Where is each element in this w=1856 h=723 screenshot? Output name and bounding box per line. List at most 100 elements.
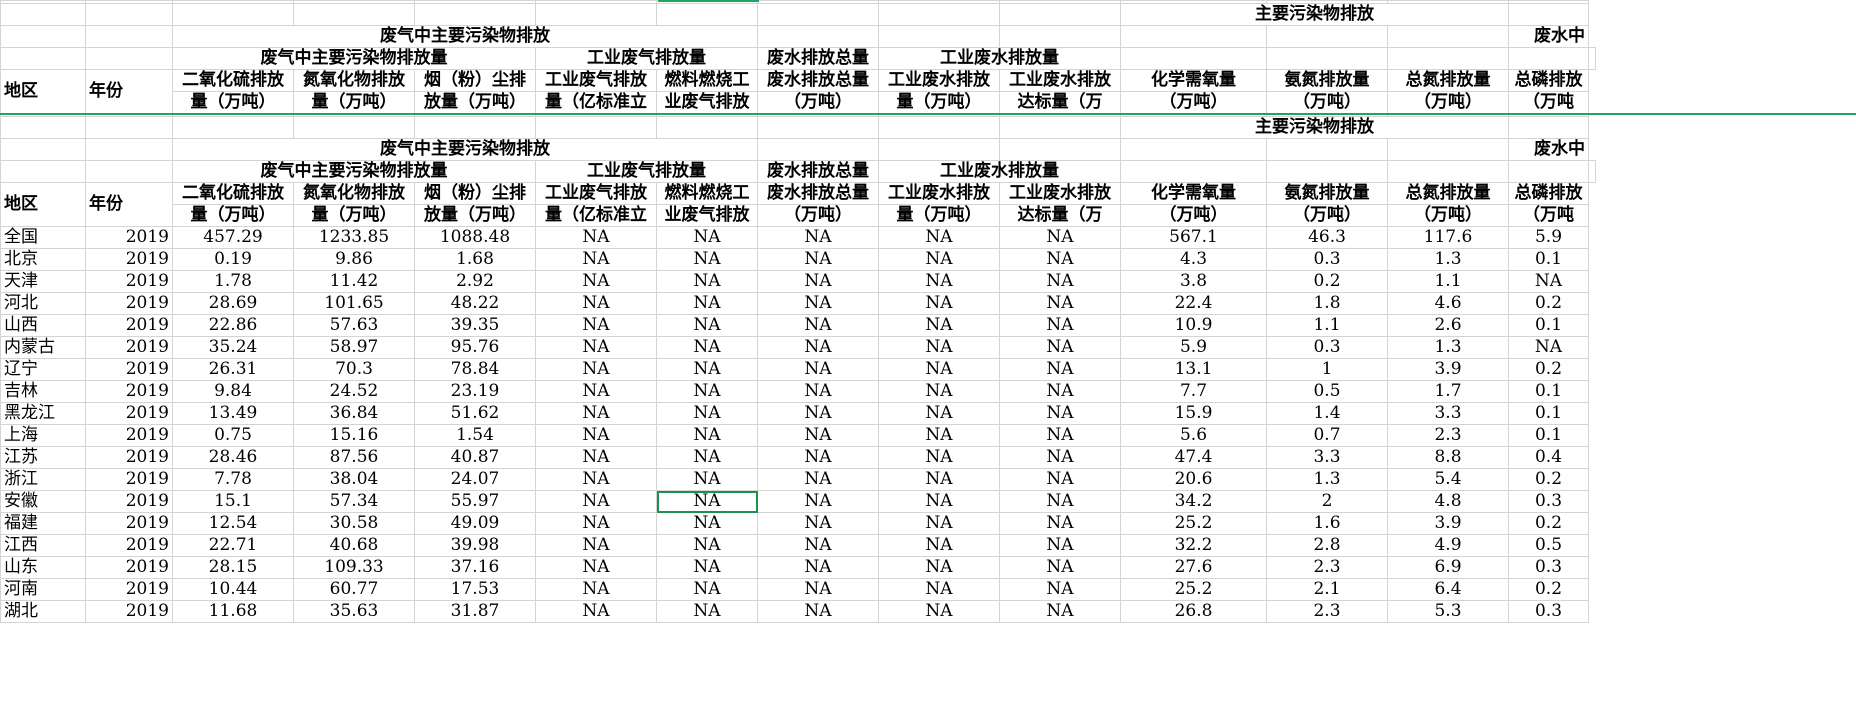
data-cell[interactable]: 57.63 <box>293 314 415 337</box>
data-cell[interactable]: NA <box>535 336 657 359</box>
data-cell[interactable]: 31.87 <box>414 600 536 623</box>
data-cell[interactable]: 2.8 <box>1266 534 1388 557</box>
year-cell[interactable]: 2019 <box>85 424 173 447</box>
year-cell[interactable]: 2019 <box>85 358 173 381</box>
year-cell[interactable]: 2019 <box>85 446 173 469</box>
data-cell[interactable]: 0.2 <box>1508 512 1589 535</box>
data-cell[interactable]: 78.84 <box>414 358 536 381</box>
data-cell[interactable]: 109.33 <box>293 556 415 579</box>
data-cell[interactable]: 3.9 <box>1387 358 1509 381</box>
header-blank-cell[interactable] <box>0 160 86 183</box>
header-blank-cell[interactable] <box>0 138 86 161</box>
data-cell[interactable]: NA <box>878 424 1000 447</box>
frozen-header-blank-cell[interactable] <box>0 3 86 26</box>
data-cell[interactable]: 20.6 <box>1120 468 1267 491</box>
header-column-header-line1[interactable]: 燃料燃烧工 <box>656 182 758 205</box>
data-cell[interactable]: NA <box>1508 336 1589 359</box>
frozen-header-sub-industrial-gas[interactable]: 工业废气排放量 <box>535 47 758 70</box>
header-column-header-line2[interactable]: （万吨） <box>1120 204 1267 227</box>
frozen-header-column-header-line1[interactable]: 化学需氧量 <box>1120 69 1267 92</box>
data-cell[interactable]: NA <box>656 380 758 403</box>
header-column-header-line1[interactable]: 废水排放总量 <box>757 182 879 205</box>
region-cell[interactable]: 吉林 <box>0 380 86 403</box>
frozen-header-blank-cell[interactable] <box>757 3 879 26</box>
data-cell[interactable]: NA <box>757 358 879 381</box>
data-cell[interactable]: 12.54 <box>172 512 294 535</box>
selected-cell[interactable]: NA <box>656 490 758 513</box>
data-cell[interactable]: 0.2 <box>1508 292 1589 315</box>
frozen-header-blank-cell[interactable] <box>1266 25 1388 48</box>
frozen-header-column-header-line1[interactable]: 总磷排放 <box>1508 69 1589 92</box>
region-cell[interactable]: 河北 <box>0 292 86 315</box>
data-cell[interactable]: NA <box>878 600 1000 623</box>
data-cell[interactable]: NA <box>757 270 879 293</box>
frozen-header-column-header-line2[interactable]: （万吨） <box>1387 91 1509 114</box>
data-cell[interactable]: 22.71 <box>172 534 294 557</box>
data-cell[interactable]: NA <box>757 468 879 491</box>
data-cell[interactable]: 0.1 <box>1508 424 1589 447</box>
data-cell[interactable]: NA <box>878 314 1000 337</box>
data-cell[interactable]: 8.8 <box>1387 446 1509 469</box>
data-cell[interactable]: 3.8 <box>1120 270 1267 293</box>
region-cell[interactable]: 北京 <box>0 248 86 271</box>
data-cell[interactable]: 32.2 <box>1120 534 1267 557</box>
data-cell[interactable]: 1.6 <box>1266 512 1388 535</box>
frozen-header-blank-cell[interactable] <box>1120 25 1267 48</box>
data-cell[interactable]: NA <box>878 446 1000 469</box>
frozen-header-column-header-line1[interactable]: 工业废水排放 <box>878 69 1000 92</box>
header-blank-cell[interactable] <box>878 138 1000 161</box>
data-cell[interactable]: 5.6 <box>1120 424 1267 447</box>
data-cell[interactable]: 87.56 <box>293 446 415 469</box>
region-cell[interactable]: 内蒙古 <box>0 336 86 359</box>
data-cell[interactable]: NA <box>878 534 1000 557</box>
header-blank-cell[interactable] <box>1588 160 1596 183</box>
frozen-header-blank-cell[interactable] <box>85 3 173 26</box>
data-cell[interactable]: 1 <box>1266 358 1388 381</box>
data-cell[interactable]: 28.15 <box>172 556 294 579</box>
year-cell[interactable]: 2019 <box>85 314 173 337</box>
data-cell[interactable]: NA <box>999 512 1121 535</box>
data-cell[interactable]: NA <box>878 468 1000 491</box>
data-cell[interactable]: NA <box>656 468 758 491</box>
data-cell[interactable]: NA <box>999 380 1121 403</box>
data-cell[interactable]: NA <box>999 402 1121 425</box>
data-cell[interactable]: NA <box>999 556 1121 579</box>
data-cell[interactable]: 1.54 <box>414 424 536 447</box>
frozen-header-column-header-line1[interactable]: 工业废水排放 <box>999 69 1121 92</box>
data-cell[interactable]: NA <box>535 380 657 403</box>
year-cell[interactable]: 2019 <box>85 226 173 249</box>
data-cell[interactable]: NA <box>656 424 758 447</box>
data-cell[interactable]: NA <box>878 380 1000 403</box>
data-cell[interactable]: 1233.85 <box>293 226 415 249</box>
data-cell[interactable]: 28.46 <box>172 446 294 469</box>
frozen-header-blank-cell[interactable] <box>1120 47 1267 70</box>
header-blank-cell[interactable] <box>1387 160 1509 183</box>
data-cell[interactable]: 0.3 <box>1508 490 1589 513</box>
header-column-header-line1[interactable]: 工业废水排放 <box>999 182 1121 205</box>
data-cell[interactable]: NA <box>999 424 1121 447</box>
header-column-header-line2[interactable]: 放量（万吨） <box>414 204 536 227</box>
header-blank-cell[interactable] <box>757 138 879 161</box>
frozen-header-column-header-line2[interactable]: 达标量（万 <box>999 91 1121 114</box>
data-cell[interactable]: NA <box>878 578 1000 601</box>
frozen-header-blank-cell[interactable] <box>85 25 173 48</box>
data-cell[interactable]: NA <box>999 270 1121 293</box>
data-cell[interactable]: 95.76 <box>414 336 536 359</box>
data-cell[interactable]: 26.8 <box>1120 600 1267 623</box>
data-cell[interactable]: 9.84 <box>172 380 294 403</box>
frozen-header-column-header-line2[interactable]: 量（万吨） <box>293 91 415 114</box>
data-cell[interactable]: NA <box>757 292 879 315</box>
data-cell[interactable]: 457.29 <box>172 226 294 249</box>
frozen-header-column-header-line1[interactable]: 二氧化硫排放 <box>172 69 294 92</box>
data-cell[interactable]: NA <box>656 402 758 425</box>
data-cell[interactable]: 2.3 <box>1266 600 1388 623</box>
data-cell[interactable]: 1.1 <box>1387 270 1509 293</box>
data-cell[interactable]: 0.3 <box>1508 556 1589 579</box>
data-cell[interactable]: NA <box>535 270 657 293</box>
data-cell[interactable]: 7.7 <box>1120 380 1267 403</box>
data-cell[interactable]: 15.1 <box>172 490 294 513</box>
header-column-header-line1[interactable]: 工业废气排放 <box>535 182 657 205</box>
data-cell[interactable]: 1.68 <box>414 248 536 271</box>
data-cell[interactable]: NA <box>656 534 758 557</box>
data-cell[interactable]: 2.92 <box>414 270 536 293</box>
